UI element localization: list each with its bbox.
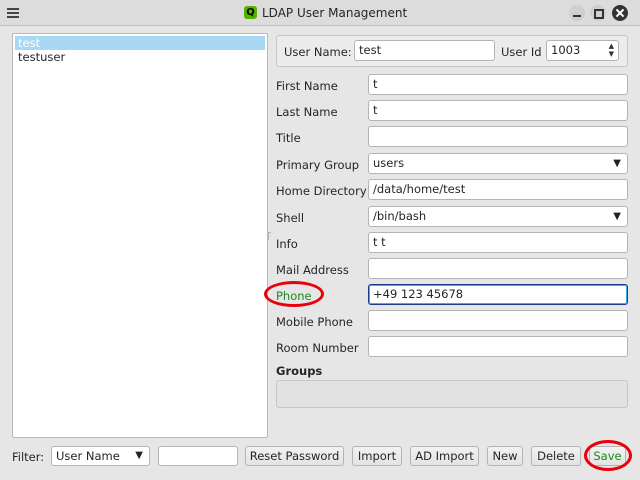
room-number-label: Room Number [276, 341, 359, 355]
ad-import-button[interactable]: AD Import [410, 446, 479, 466]
user-list[interactable]: test testuser [12, 33, 268, 438]
home-directory-input[interactable]: /data/home/test [368, 179, 628, 200]
panel-edge [268, 232, 271, 240]
user-name-input[interactable]: test [354, 40, 495, 61]
primary-group-label: Primary Group [276, 158, 360, 172]
user-id-label: User Id [501, 45, 542, 59]
mobile-phone-label: Mobile Phone [276, 315, 354, 329]
info-label: Info [276, 237, 298, 251]
first-name-input[interactable]: t [368, 74, 628, 95]
window-menu-icon[interactable] [6, 6, 20, 20]
user-id-spinbox[interactable]: 1003 ▲ ▼ [546, 40, 619, 61]
home-directory-label: Home Directory [276, 184, 367, 198]
import-button[interactable]: Import [352, 446, 402, 466]
groups-label: Groups [276, 364, 323, 378]
title-label: Title [276, 131, 301, 145]
primary-group-value: users [373, 156, 405, 170]
phone-label: Phone [276, 289, 312, 303]
delete-button[interactable]: Delete [531, 446, 581, 466]
user-list-item-test[interactable]: test [15, 36, 265, 50]
chevron-down-icon: ▼ [135, 450, 143, 461]
room-number-input[interactable] [368, 336, 628, 357]
last-name-input[interactable]: t [368, 100, 628, 121]
user-id-value: 1003 [551, 43, 581, 57]
reset-password-button[interactable]: Reset Password [245, 446, 344, 466]
phone-input[interactable]: +49 123 45678 [368, 284, 628, 305]
new-button[interactable]: New [487, 446, 523, 466]
chevron-down-icon: ▼ [613, 158, 621, 169]
shell-combo[interactable]: /bin/bash ▼ [368, 206, 628, 227]
user-list-item-testuser[interactable]: testuser [15, 50, 265, 64]
app-icon: Q [244, 6, 257, 19]
window-title: LDAP User Management [262, 6, 408, 20]
primary-group-combo[interactable]: users ▼ [368, 153, 628, 174]
user-name-label: User Name: [284, 45, 352, 59]
first-name-label: First Name [276, 79, 338, 93]
mobile-phone-input[interactable] [368, 310, 628, 331]
title-bar: Q LDAP User Management [0, 0, 640, 26]
groups-list[interactable] [276, 380, 628, 408]
filter-label: Filter: [12, 450, 45, 464]
shell-value: /bin/bash [373, 209, 427, 223]
chevron-down-icon: ▼ [613, 211, 621, 222]
info-input[interactable]: t t [368, 232, 628, 253]
filter-input[interactable] [158, 446, 238, 466]
mail-address-input[interactable] [368, 258, 628, 279]
maximize-button[interactable] [590, 5, 606, 21]
mail-address-label: Mail Address [276, 263, 349, 277]
shell-label: Shell [276, 211, 305, 225]
filter-combo[interactable]: User Name ▼ [51, 446, 150, 466]
filter-combo-value: User Name [56, 449, 120, 463]
close-button[interactable] [612, 5, 628, 21]
spin-arrows-icon[interactable]: ▲ ▼ [609, 42, 614, 58]
last-name-label: Last Name [276, 105, 338, 119]
save-button[interactable]: Save [589, 446, 626, 466]
minimize-button[interactable] [569, 5, 585, 21]
title-input[interactable] [368, 126, 628, 147]
